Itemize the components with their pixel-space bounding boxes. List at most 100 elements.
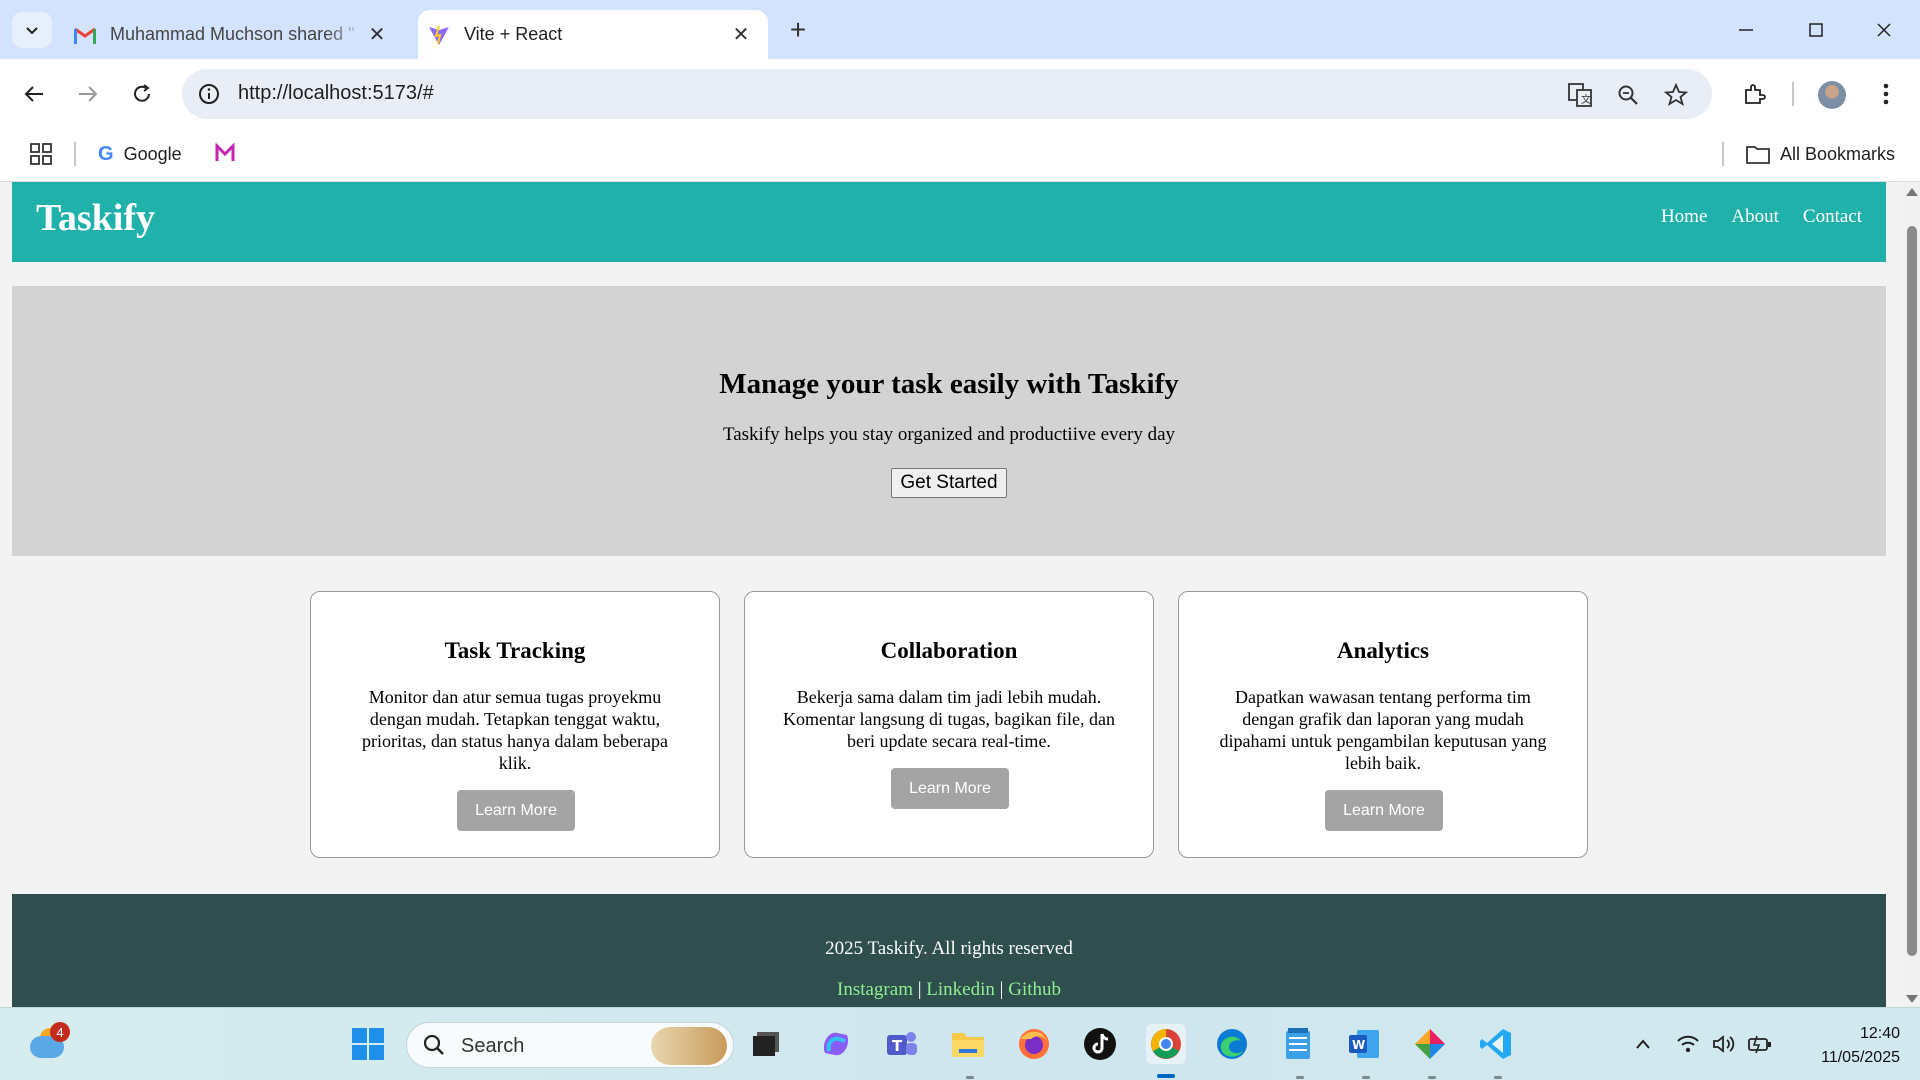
site-nav: Home About Contact [1661,206,1862,228]
scroll-thumb[interactable] [1907,226,1917,956]
hero-title: Manage your task easily with Taskify [719,368,1179,400]
notepad-icon[interactable] [1278,1024,1318,1064]
feature-card-analytics: Analytics Dapatkan wawasan tentang perfo… [1178,591,1588,858]
edge-icon[interactable] [1212,1024,1252,1064]
feature-card-collaboration: Collaboration Bekerja sama dalam tim jad… [744,591,1154,858]
site-logo[interactable]: Taskify [36,196,155,240]
url-text[interactable]: http://localhost:5173/# [238,82,434,105]
bookmark-google[interactable]: G Google [98,139,182,169]
show-hidden-icons-chevron-up-icon[interactable] [1628,1030,1658,1058]
scroll-up-arrow-icon[interactable] [1906,188,1918,196]
running-indicator [1362,1076,1370,1079]
search-placeholder: Search [461,1035,525,1057]
feature-card-task-tracking: Task Tracking Monitor dan atur semua tug… [310,591,720,858]
battery-icon[interactable] [1744,1030,1776,1058]
feature-title: Task Tracking [444,638,586,663]
copilot-icon[interactable] [816,1024,856,1064]
feature-description: Dapatkan wawasan tentang performa tim de… [1219,687,1547,773]
linkedin-link[interactable]: Linkedin [926,979,995,1000]
firefox-icon[interactable] [1014,1024,1054,1064]
close-icon[interactable]: ✕ [728,22,754,48]
site-footer: 2025 Taskify. All rights reserved Instag… [12,894,1886,1007]
system-clock[interactable]: 12:40 11/05/2025 [1790,1022,1900,1070]
tab-vite-react[interactable]: Vite + React ✕ [418,10,768,59]
translate-icon[interactable]: 文 [1566,81,1594,109]
hero-section: Manage your task easily with Taskify Tas… [12,286,1886,556]
toolbar-divider [1792,82,1794,106]
folder-icon [1746,144,1770,164]
browser-toolbar: http://localhost:5173/# 文 [0,59,1920,130]
arrow-left-icon [24,86,43,102]
reload-button[interactable] [124,76,160,112]
menu-icon[interactable] [1868,76,1904,112]
git-app-icon[interactable] [1410,1024,1450,1064]
tab-gmail[interactable]: Muhammad Muchson shared " ✕ [64,10,404,59]
running-indicator [1296,1076,1304,1079]
google-icon: G [98,142,114,165]
new-tab-button[interactable]: + [782,14,814,46]
bookmark-divider [74,142,76,166]
bookmark-m-logo-icon[interactable] [212,140,238,166]
profile-avatar[interactable] [1818,81,1846,109]
apps-grid-icon[interactable] [26,139,56,169]
site-info-icon[interactable] [196,81,222,107]
teams-icon[interactable]: T [882,1024,922,1064]
site-header: Taskify Home About Contact [12,182,1886,262]
close-window-button[interactable] [1860,12,1908,48]
tiktok-icon[interactable] [1080,1024,1120,1064]
get-started-button[interactable]: Get Started [891,468,1007,498]
chrome-icon[interactable] [1146,1024,1186,1064]
bookmark-star-icon[interactable] [1662,81,1690,109]
tab-search-button[interactable] [12,12,52,48]
github-link[interactable]: Github [1008,979,1061,1000]
tab-title: Vite + React [464,24,563,44]
page-scrollbar[interactable] [1902,182,1920,1007]
close-icon [1877,23,1891,37]
clock-date: 11/05/2025 [1821,1049,1900,1066]
browser-tab-strip: Muhammad Muchson shared " ✕ Vite + React… [0,0,1920,59]
instagram-link[interactable]: Instagram [837,979,913,1000]
minimize-button[interactable] [1722,12,1770,48]
forward-button[interactable] [70,76,106,112]
notification-badge: 4 [50,1022,70,1042]
vite-icon [428,24,450,46]
feature-title: Collaboration [880,638,1018,663]
address-bar[interactable]: http://localhost:5173/# 文 [182,69,1712,119]
maximize-button[interactable] [1792,12,1840,48]
zoom-icon[interactable] [1614,81,1642,109]
wifi-icon[interactable] [1672,1030,1704,1058]
windows-start-icon[interactable] [348,1024,388,1064]
running-indicator [1428,1076,1436,1079]
svg-text:文: 文 [1581,93,1591,106]
hero-subtitle: Taskify helps you stay organized and pro… [722,424,1176,445]
weather-widget[interactable]: 4 [30,1022,70,1062]
taskbar-search[interactable]: Search [406,1022,734,1068]
maximize-icon [1809,23,1823,37]
footer-separator: | [999,979,1004,1000]
all-bookmarks-button[interactable]: All Bookmarks [1746,139,1895,169]
file-explorer-icon[interactable] [948,1024,988,1064]
learn-more-button[interactable]: Learn More [457,790,575,831]
running-indicator [966,1076,974,1079]
vscode-icon[interactable] [1476,1024,1516,1064]
running-indicator [1494,1076,1502,1079]
svg-text:W: W [1352,1038,1365,1052]
svg-text:T: T [892,1037,903,1055]
volume-icon[interactable] [1708,1030,1740,1058]
back-button[interactable] [16,76,52,112]
gmail-icon [74,24,96,46]
nav-about-link[interactable]: About [1731,206,1779,228]
learn-more-button[interactable]: Learn More [1325,790,1443,831]
minimize-icon [1739,29,1753,31]
learn-more-button[interactable]: Learn More [891,768,1009,809]
all-bookmarks-label: All Bookmarks [1780,143,1896,164]
footer-separator: | [917,979,922,1000]
nav-home-link[interactable]: Home [1661,206,1707,228]
windows-taskbar: 4 Search T W 12:40 11/05/2025 [0,1007,1920,1080]
close-icon[interactable]: ✕ [364,22,390,48]
word-icon[interactable]: W [1344,1024,1384,1064]
scroll-down-arrow-icon[interactable] [1906,995,1918,1003]
nav-contact-link[interactable]: Contact [1803,206,1862,228]
task-view-icon[interactable] [746,1024,786,1064]
extensions-icon[interactable] [1736,76,1772,112]
